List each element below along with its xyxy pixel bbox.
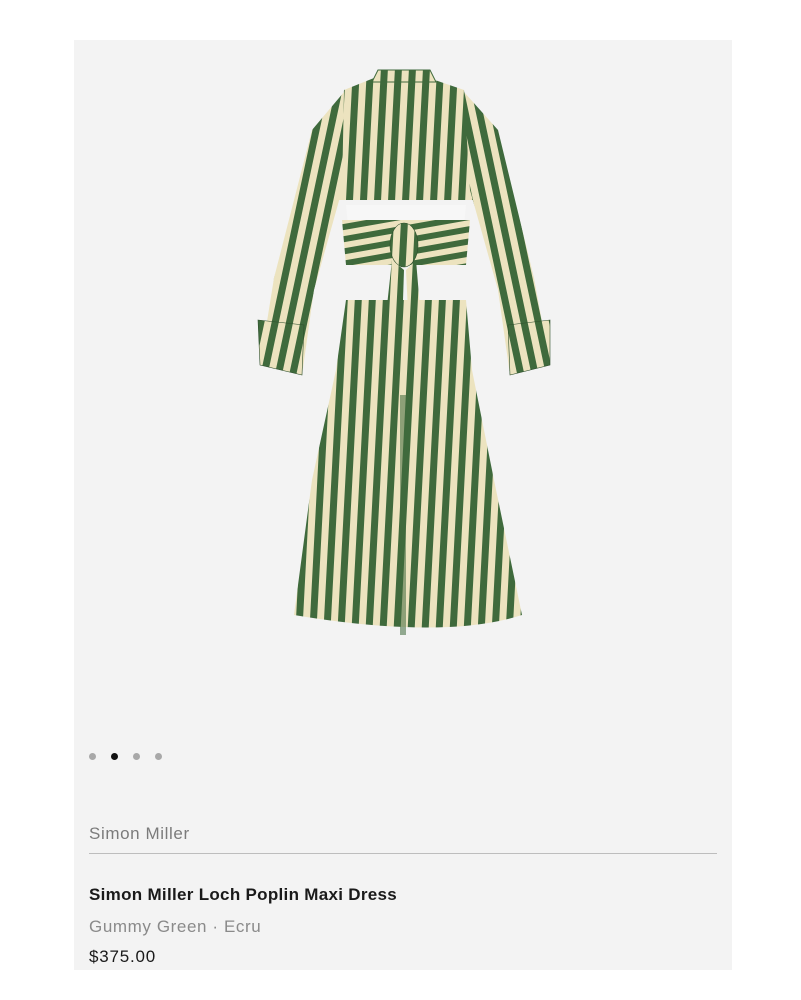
carousel-dot-3[interactable] [133,752,140,760]
divider [89,853,717,854]
carousel-dot-4[interactable] [155,752,162,760]
carousel-pagination [89,750,162,762]
product-color: Gummy Green · Ecru [89,917,262,936]
carousel-dot-2[interactable] [111,752,118,760]
brand-name[interactable]: Simon Miller [89,824,190,844]
product-price: $375.00 [89,947,157,966]
carousel-dot-1[interactable] [89,752,96,760]
product-name[interactable]: Simon Miller Loch Poplin Maxi Dress [89,885,397,905]
product-image-carousel[interactable] [74,40,732,740]
product-image [257,69,551,635]
product-card[interactable]: Simon Miller Simon Miller Loch Poplin Ma… [74,40,732,970]
